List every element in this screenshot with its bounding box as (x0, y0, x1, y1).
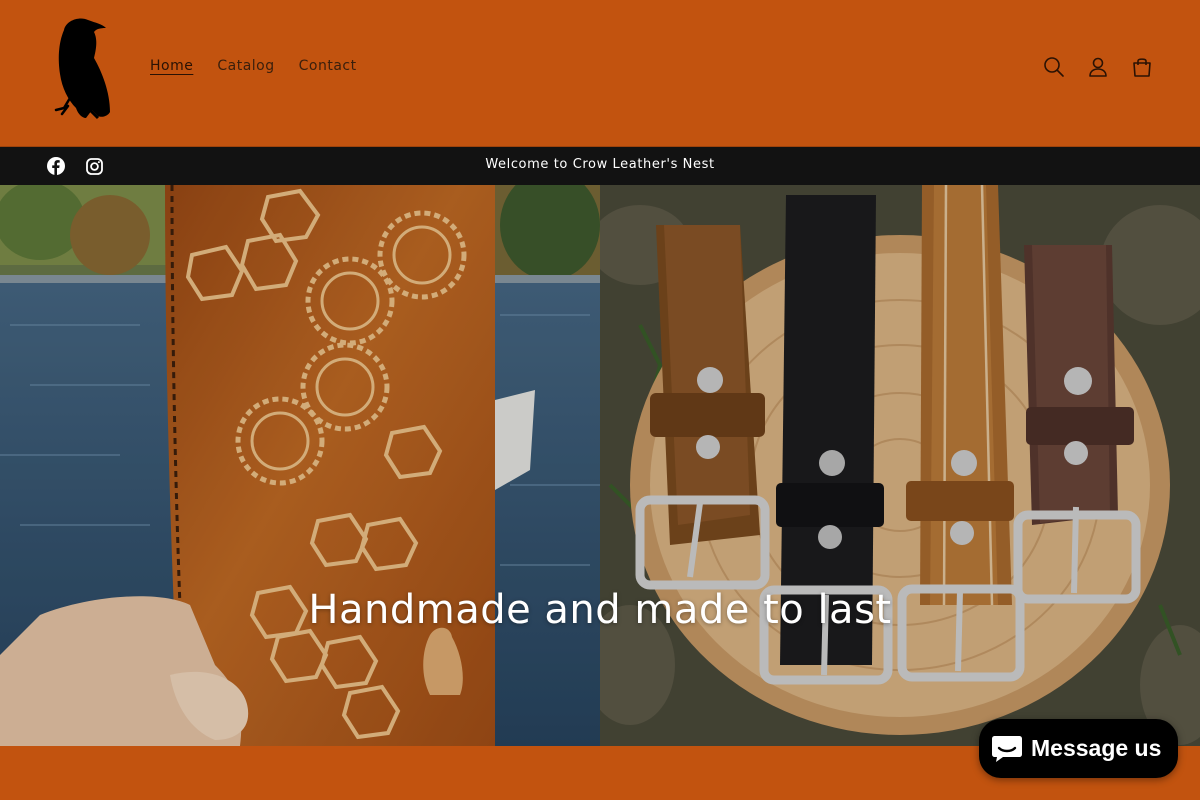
account-icon[interactable] (1084, 50, 1112, 84)
message-us-button[interactable]: Message us (979, 719, 1178, 778)
chat-button-label: Message us (1031, 735, 1162, 761)
chat-bubble-icon (992, 735, 1022, 762)
hero-heading: Handmade and made to last (308, 587, 892, 633)
nav-home-link[interactable]: Home (140, 56, 203, 76)
crow-logo-icon[interactable] (46, 14, 114, 122)
nav-contact-link[interactable]: Contact (289, 56, 367, 76)
cart-icon[interactable] (1128, 50, 1156, 84)
site-header: Home Catalog Contact (0, 0, 1200, 147)
announcement-bar: Welcome to Crow Leather's Nest (0, 147, 1200, 185)
four-leather-belts-on-tree-stump-photo (600, 185, 1200, 746)
nav-catalog-link[interactable]: Catalog (207, 56, 284, 76)
search-icon[interactable] (1040, 50, 1068, 84)
hero-banner: Handmade and made to last (0, 185, 1200, 746)
main-nav: Home Catalog Contact (140, 56, 371, 76)
tooled-leather-wallet-with-gears-photo (0, 185, 600, 746)
header-icon-group (1040, 50, 1156, 84)
announcement-text: Welcome to Crow Leather's Nest (485, 157, 715, 172)
